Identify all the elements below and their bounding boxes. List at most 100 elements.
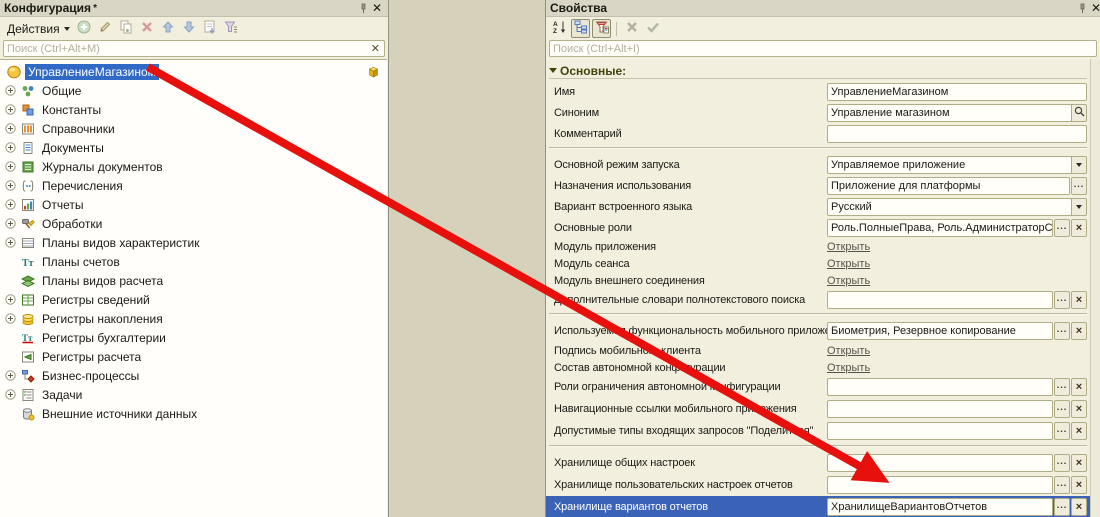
expander-icon[interactable] [5,237,16,248]
property-value[interactable]: Русский [827,198,1072,216]
add-button[interactable] [75,19,94,38]
tree-item[interactable]: Журналы документов [0,157,387,176]
property-value[interactable] [827,422,1053,440]
clear-field-button[interactable]: × [1071,219,1087,237]
expander-icon[interactable] [5,123,16,134]
tree-item[interactable]: Регистры расчета [0,347,387,366]
ellipsis-button[interactable]: ... [1054,498,1070,516]
open-link[interactable]: Открыть [827,241,870,253]
tree-item[interactable]: Общие [0,81,387,100]
sort-az-button[interactable]: AZ [550,19,569,38]
ellipsis-button[interactable]: ... [1071,177,1087,195]
expander-icon[interactable] [5,313,16,324]
delete-button[interactable] [138,19,157,38]
apply-button[interactable] [643,19,662,38]
tree-item-label: Регистры сведений [39,292,153,308]
open-link[interactable]: Открыть [827,275,870,287]
ellipsis-button[interactable]: ... [1054,454,1070,472]
move-up-button[interactable] [159,19,178,38]
expander-icon[interactable] [5,199,16,210]
expander-icon[interactable] [5,104,16,115]
edit-button[interactable] [96,19,115,38]
property-value[interactable]: Биометрия, Резервное копирование [827,322,1053,340]
search-box: ✕ [3,40,385,57]
pin-button[interactable] [357,2,370,15]
categories-button[interactable] [571,19,590,38]
open-link[interactable]: Открыть [827,258,870,270]
discard-button[interactable] [622,19,641,38]
property-value[interactable] [827,400,1053,418]
property-value[interactable]: Управляемое приложение [827,156,1072,174]
expander-icon[interactable] [5,180,16,191]
search-input[interactable] [7,43,370,55]
expander-icon[interactable] [5,161,16,172]
tree-item[interactable]: Бизнес-процессы [0,366,387,385]
lookup-button[interactable] [1071,104,1087,122]
open-object-button[interactable] [201,19,220,38]
scrollbar[interactable] [1090,59,1100,517]
tree-item[interactable]: Регистры накопления [0,309,387,328]
open-link[interactable]: Открыть [827,362,870,374]
tree-item[interactable]: Документы [0,138,387,157]
properties-search-input[interactable] [553,43,1093,55]
tree-item[interactable]: Обработки [0,214,387,233]
pin-button[interactable] [1076,2,1089,15]
tree-item[interactable]: Задачи [0,385,387,404]
expander-icon[interactable] [5,389,16,400]
property-value[interactable]: УправлениеМагазином [827,83,1087,101]
tree-item[interactable]: Внешние источники данных [0,404,387,423]
clear-field-button[interactable]: × [1071,322,1087,340]
clear-field-button[interactable]: × [1071,291,1087,309]
property-value[interactable] [827,476,1053,494]
property-value[interactable]: ХранилищеВариантовОтчетов [827,498,1053,516]
close-panel-button[interactable]: ✕ [370,2,384,14]
filter-button[interactable] [222,19,241,38]
clear-search-icon[interactable]: ✕ [370,42,381,55]
property-value[interactable] [827,454,1053,472]
ellipsis-button[interactable]: ... [1054,422,1070,440]
ellipsis-button[interactable]: ... [1054,219,1070,237]
property-value[interactable] [827,125,1087,143]
tree-item[interactable]: Регистры сведений [0,290,387,309]
tree-item[interactable]: Константы [0,100,387,119]
property-value[interactable] [827,378,1053,396]
tree-item[interactable]: УправлениеМагазином [0,62,387,81]
filter-props-button[interactable] [592,19,611,38]
clear-field-button[interactable]: × [1071,454,1087,472]
tree-item[interactable]: Планы видов расчета [0,271,387,290]
open-link[interactable]: Открыть [827,345,870,357]
expander-icon[interactable] [5,218,16,229]
property-label: Хранилище общих настроек [554,457,827,469]
property-value[interactable]: Управление магазином [827,104,1072,122]
expander-icon[interactable] [5,370,16,381]
clear-field-button[interactable]: × [1071,400,1087,418]
expander-icon[interactable] [5,142,16,153]
tree-item[interactable]: ТтПланы счетов [0,252,387,271]
clear-field-button[interactable]: × [1071,476,1087,494]
tree-item[interactable]: ТтРегистры бухгалтерии [0,328,387,347]
tree-item[interactable]: Планы видов характеристик [0,233,387,252]
ellipsis-button[interactable]: ... [1054,291,1070,309]
expander-icon[interactable] [5,85,16,96]
move-down-button[interactable] [180,19,199,38]
clear-field-button[interactable]: × [1071,378,1087,396]
tree-item[interactable]: Перечисления [0,176,387,195]
clear-field-button[interactable]: × [1071,422,1087,440]
ellipsis-button[interactable]: ... [1054,378,1070,396]
clone-button[interactable] [117,19,136,38]
tree-item[interactable]: Отчеты [0,195,387,214]
expander-icon[interactable] [5,294,16,305]
tree-item[interactable]: Справочники [0,119,387,138]
dropdown-button[interactable] [1071,156,1087,174]
ellipsis-button[interactable]: ... [1054,322,1070,340]
dropdown-button[interactable] [1071,198,1087,216]
ellipsis-button[interactable]: ... [1054,400,1070,418]
property-value[interactable]: Приложение для платформы [827,177,1070,195]
property-value[interactable] [827,291,1053,309]
actions-button[interactable]: Действия [4,22,73,36]
section-header[interactable]: Основные: [549,63,1087,79]
ellipsis-button[interactable]: ... [1054,476,1070,494]
property-value[interactable]: Роль.ПолныеПрава, Роль.АдминистраторСис [827,219,1053,237]
close-panel-button[interactable]: ✕ [1089,2,1100,14]
clear-field-button[interactable]: × [1071,498,1087,516]
